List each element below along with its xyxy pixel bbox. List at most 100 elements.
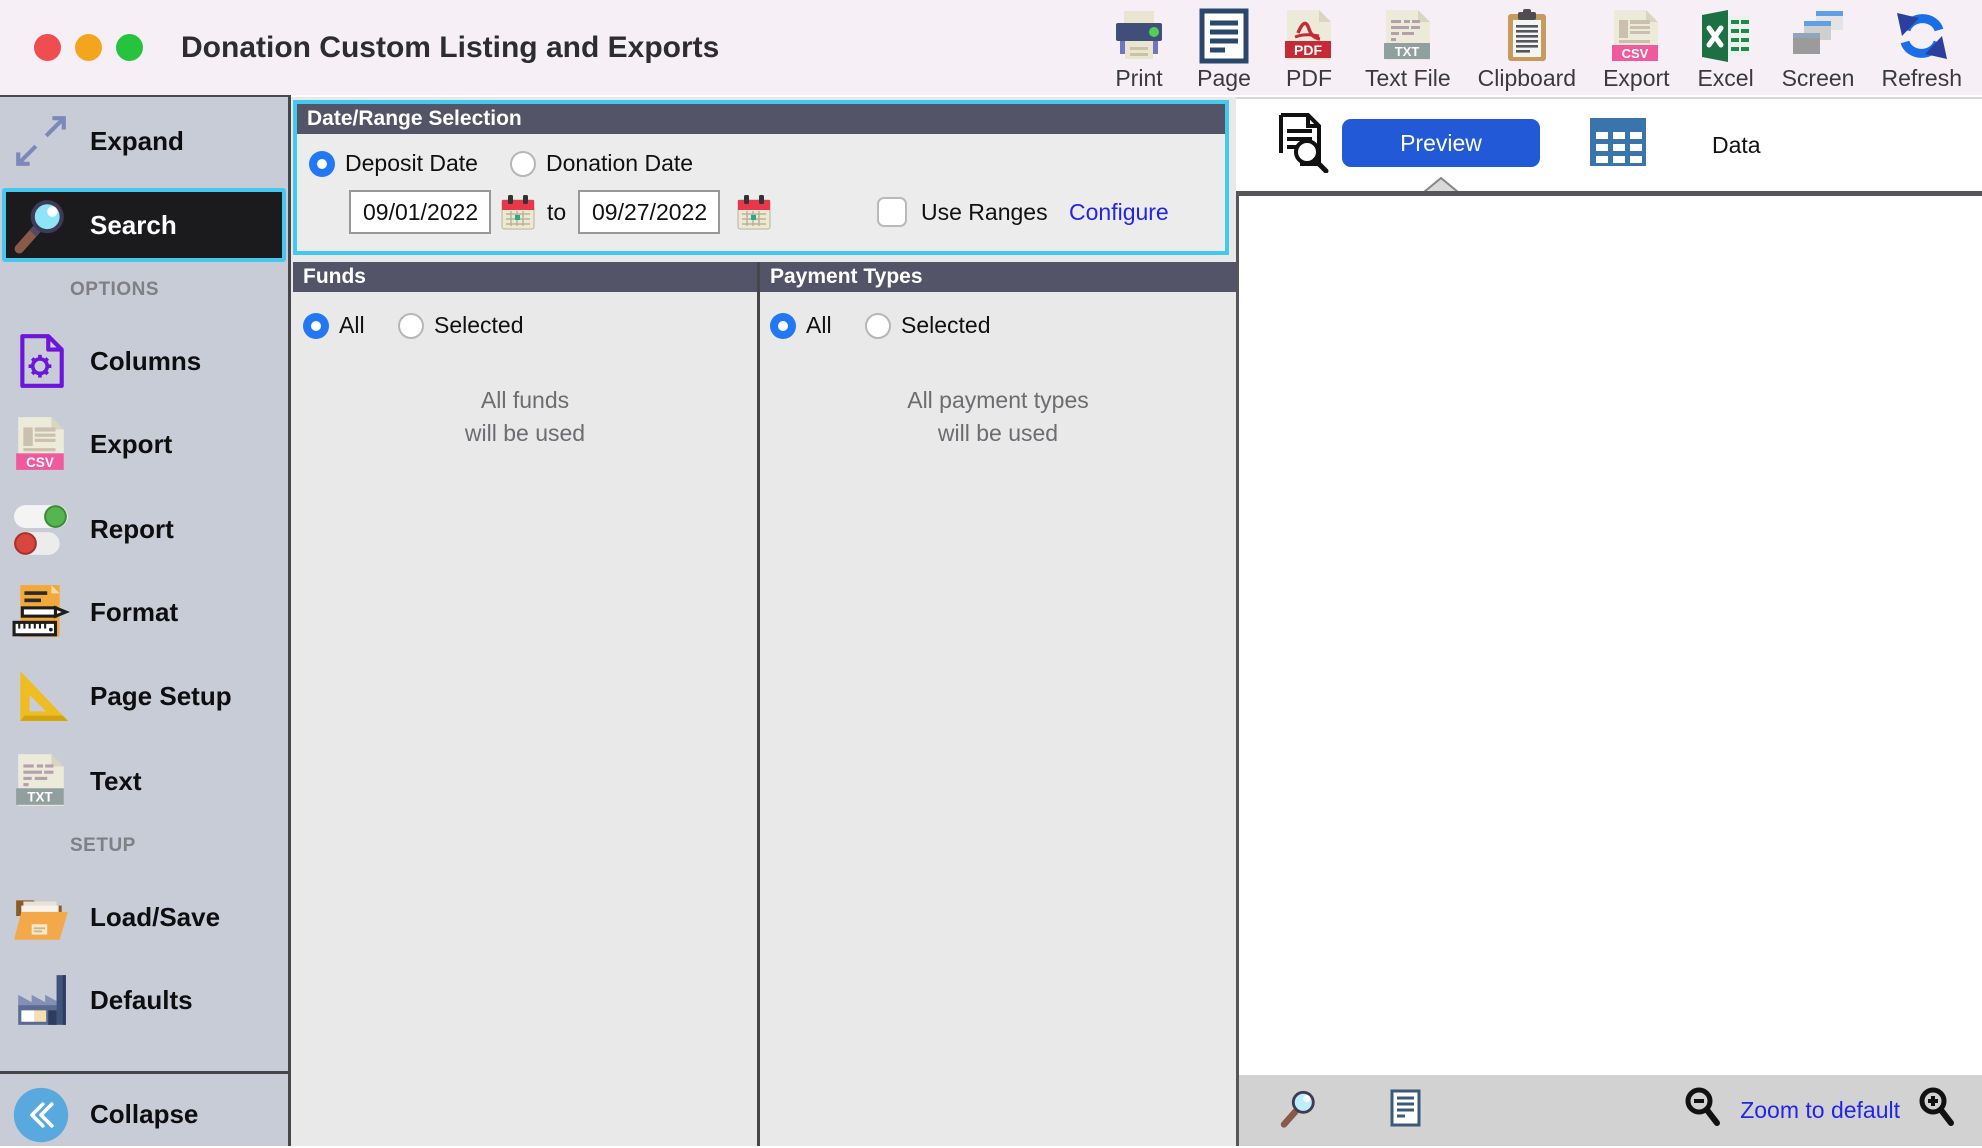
sidebar-item-load-save[interactable]: Load/Save: [6, 881, 282, 953]
sidebar-item-label: Columns: [90, 346, 201, 377]
zoom-in-icon[interactable]: [1916, 1086, 1958, 1135]
payment-selected-option[interactable]: Selected: [865, 312, 991, 339]
funds-selected-option[interactable]: Selected: [398, 312, 524, 339]
deposit-date-label: Deposit Date: [345, 150, 478, 177]
zoom-to-default-link[interactable]: Zoom to default: [1740, 1097, 1900, 1124]
toolbar-item-label: PDF: [1286, 65, 1332, 92]
toolbar-item-label: Text File: [1365, 65, 1451, 92]
date-range-body: Deposit Date Donation Date: [297, 134, 1225, 251]
sidebar-item-label: Search: [90, 210, 177, 241]
from-date-input[interactable]: [349, 190, 491, 234]
svg-text:CSV: CSV: [1622, 46, 1649, 61]
sidebar-item-label: Text: [90, 766, 142, 797]
svg-text:TXT: TXT: [27, 790, 53, 805]
preview-canvas[interactable]: [1239, 196, 1982, 1075]
preview-tab-row: Preview Data: [1236, 99, 1982, 191]
payment-all-radio[interactable]: [770, 313, 796, 339]
toolbar-export-button[interactable]: CSV Export: [1603, 7, 1669, 92]
toolbar-item-label: Excel: [1697, 65, 1753, 92]
preview-area: Preview Data: [1236, 97, 1982, 1146]
columns-gear-document-icon: [12, 332, 70, 390]
printer-icon: [1110, 7, 1168, 65]
payment-selected-label: Selected: [901, 312, 991, 339]
toolbar-item-label: Export: [1603, 65, 1669, 92]
set-square-icon: [12, 667, 70, 725]
funds-all-radio[interactable]: [303, 313, 329, 339]
calendar-icon[interactable]: [737, 193, 771, 231]
sidebar-item-export[interactable]: CSV Export: [6, 408, 282, 480]
svg-text:PDF: PDF: [1294, 42, 1322, 58]
csv-file-icon: CSV: [1607, 7, 1665, 65]
window-controls: [34, 34, 143, 61]
sidebar: Expand Search OPTIONS: [0, 95, 291, 1146]
sidebar-item-label: Report: [90, 514, 174, 545]
date-range-header: Date/Range Selection: [297, 104, 1225, 134]
refresh-icon: [1893, 7, 1951, 65]
sidebar-item-label: Export: [90, 429, 172, 460]
sidebar-item-label: Load/Save: [90, 902, 220, 933]
funds-all-label: All: [339, 312, 365, 339]
document-tool-icon[interactable]: [1385, 1087, 1425, 1134]
toolbar-item-label: Clipboard: [1478, 65, 1576, 92]
donation-date-radio[interactable]: [510, 151, 536, 177]
date-range-panel: Date/Range Selection Deposit Date Donati…: [293, 100, 1229, 255]
deposit-date-radio[interactable]: [309, 151, 335, 177]
donation-date-label: Donation Date: [546, 150, 693, 177]
payment-selected-radio[interactable]: [865, 313, 891, 339]
toolbar-print-button[interactable]: Print: [1110, 7, 1168, 92]
toolbar: Print Page: [1110, 0, 1982, 95]
toolbar-item-label: Page: [1197, 65, 1251, 92]
data-grid-icon[interactable]: [1586, 110, 1650, 179]
magnifier-tool-icon[interactable]: [1279, 1087, 1319, 1134]
sidebar-divider: [0, 1071, 288, 1074]
funds-selected-radio[interactable]: [398, 313, 424, 339]
excel-icon: [1697, 7, 1755, 65]
screen-windows-icon: [1789, 7, 1847, 65]
minimize-window-button[interactable]: [75, 34, 102, 61]
calendar-icon[interactable]: [501, 193, 535, 231]
toolbar-pdf-button[interactable]: PDF PDF: [1280, 7, 1338, 92]
deposit-date-option[interactable]: Deposit Date: [309, 150, 478, 177]
toolbar-screen-button[interactable]: Screen: [1782, 7, 1855, 92]
txt-file-icon: TXT: [12, 752, 70, 810]
close-window-button[interactable]: [34, 34, 61, 61]
zoom-out-icon[interactable]: [1682, 1086, 1724, 1135]
toolbar-textfile-button[interactable]: TXT Text File: [1365, 7, 1451, 92]
svg-text:CSV: CSV: [26, 455, 54, 470]
expand-arrows-icon: [12, 112, 70, 170]
titlebar: Donation Custom Listing and Exports: [0, 0, 1982, 95]
funds-all-option[interactable]: All: [303, 312, 365, 339]
sidebar-item-label: Defaults: [90, 985, 193, 1016]
sidebar-item-defaults[interactable]: Defaults: [6, 964, 282, 1036]
sidebar-item-format[interactable]: Format: [6, 576, 282, 648]
app-window: Donation Custom Listing and Exports: [0, 0, 1982, 1146]
toolbar-item-label: Refresh: [1881, 65, 1962, 92]
sidebar-item-report[interactable]: Report: [6, 493, 282, 565]
funds-selected-label: Selected: [434, 312, 524, 339]
configure-link[interactable]: Configure: [1069, 190, 1169, 234]
sidebar-item-search[interactable]: Search: [2, 188, 286, 262]
folder-icon: [12, 888, 70, 946]
toolbar-excel-button[interactable]: Excel: [1697, 7, 1755, 92]
toolbar-page-button[interactable]: Page: [1195, 7, 1253, 92]
toolbar-clipboard-button[interactable]: Clipboard: [1478, 7, 1576, 92]
payment-all-option[interactable]: All: [770, 312, 832, 339]
zoom-window-button[interactable]: [116, 34, 143, 61]
svg-text:TXT: TXT: [1395, 44, 1420, 59]
toolbar-refresh-button[interactable]: Refresh: [1881, 7, 1962, 92]
tab-data[interactable]: Data: [1712, 99, 1761, 191]
sidebar-item-collapse[interactable]: Collapse: [6, 1081, 282, 1148]
sidebar-item-columns[interactable]: Columns: [6, 325, 282, 397]
sidebar-item-label: Expand: [90, 126, 184, 157]
use-ranges-label: Use Ranges: [921, 190, 1048, 234]
to-date-input[interactable]: [578, 190, 720, 234]
toolbar-item-label: Print: [1115, 65, 1162, 92]
window-title: Donation Custom Listing and Exports: [181, 0, 719, 95]
tab-preview[interactable]: Preview: [1342, 119, 1540, 167]
sidebar-item-page-setup[interactable]: Page Setup: [6, 660, 282, 732]
sidebar-item-text[interactable]: TXT Text: [6, 745, 282, 817]
sidebar-item-expand[interactable]: Expand: [6, 105, 282, 177]
donation-date-option[interactable]: Donation Date: [510, 150, 693, 177]
funds-empty-message: All funds will be used: [293, 384, 757, 451]
use-ranges-checkbox[interactable]: [877, 197, 907, 227]
